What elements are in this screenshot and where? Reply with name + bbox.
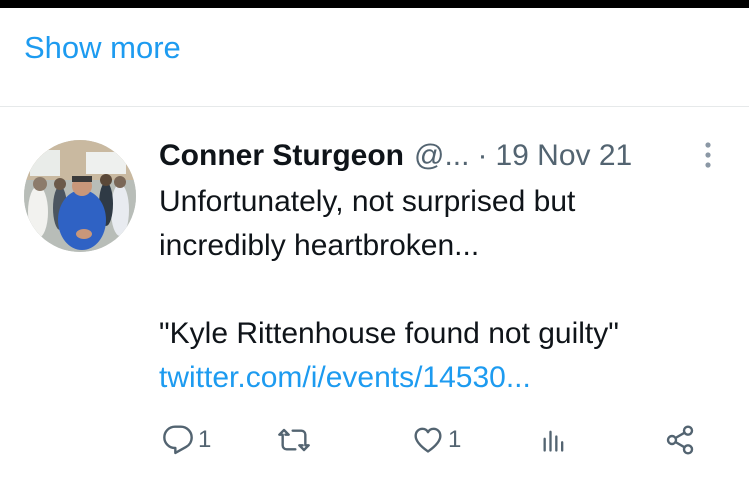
show-more-link[interactable]: Show more	[24, 30, 181, 66]
tweet-body: Unfortunately, not surprised but incredi…	[159, 180, 729, 400]
share-icon	[666, 425, 694, 455]
tweet-text-line-2: incredibly heartbroken...	[159, 229, 480, 262]
top-bar	[0, 0, 749, 8]
reply-count: 1	[198, 426, 212, 453]
divider	[0, 106, 749, 107]
tweet-quote: "Kyle Rittenhouse found not guilty"	[159, 317, 619, 350]
like-button[interactable]: 1	[412, 420, 461, 460]
avatar-photo	[24, 140, 136, 252]
retweet-icon	[278, 428, 310, 452]
retweet-button[interactable]	[278, 420, 310, 460]
views-button[interactable]	[540, 420, 568, 460]
tweet-text-line-1: Unfortunately, not surprised but	[159, 185, 576, 218]
action-bar: 1 1	[0, 420, 749, 460]
tweet-link[interactable]: twitter.com/i/events/14530...	[159, 356, 729, 400]
avatar[interactable]	[24, 140, 136, 252]
reply-button[interactable]: 1	[162, 420, 211, 460]
views-icon	[543, 430, 564, 452]
like-count: 1	[448, 426, 462, 453]
author-handle[interactable]: @...	[414, 139, 469, 173]
share-button[interactable]	[664, 420, 696, 460]
like-icon	[414, 427, 442, 453]
more-vertical-icon[interactable]	[698, 140, 718, 170]
tweet-date[interactable]: 19 Nov 21	[495, 139, 632, 173]
reply-icon	[163, 425, 193, 455]
author-name[interactable]: Conner Sturgeon	[159, 139, 404, 173]
tweet-blank-line	[159, 268, 729, 312]
tweet-header: Conner Sturgeon @... · 19 Nov 21	[159, 136, 632, 176]
separator-dot: ·	[477, 139, 488, 172]
